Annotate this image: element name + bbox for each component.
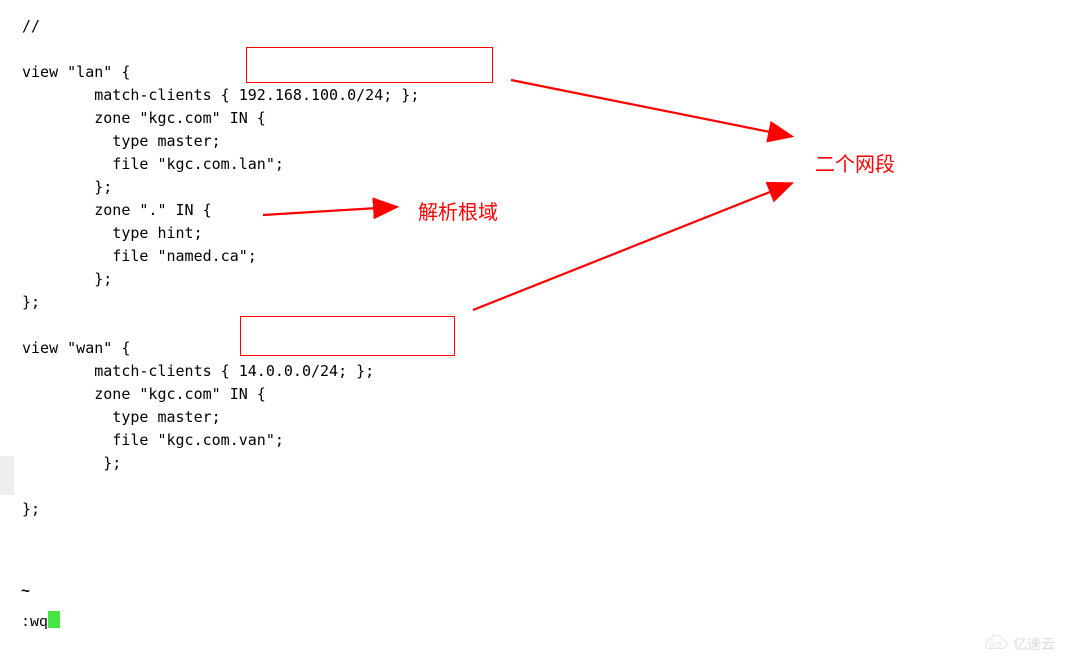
cursor-block: [48, 611, 60, 628]
code-line: };: [22, 178, 112, 196]
code-line: };: [22, 270, 112, 288]
code-line: file "kgc.com.lan";: [22, 155, 284, 173]
code-line: zone "kgc.com" IN {: [22, 109, 266, 127]
code-line: zone "kgc.com" IN {: [22, 385, 266, 403]
code-line: file "named.ca";: [22, 247, 257, 265]
code-line: };: [22, 500, 40, 518]
annotation-parse-root: 解析根域: [418, 196, 498, 225]
code-line: zone "." IN {: [22, 201, 212, 219]
code-line: match-clients { 192.168.100.0/24; };: [22, 86, 419, 104]
annotation-two-subnets: 二个网段: [815, 148, 895, 177]
watermark-text: 亿速云: [1013, 634, 1055, 654]
code-editor: // view "lan" { match-clients { 192.168.…: [22, 15, 1052, 521]
gutter-highlight: [0, 456, 14, 495]
code-line: type master;: [22, 408, 221, 426]
code-line: view "lan" {: [22, 63, 130, 81]
highlight-box-wan-subnet: [240, 316, 455, 356]
vim-command-text: :wq: [21, 614, 48, 631]
code-line: type master;: [22, 132, 221, 150]
watermark: 亿速云: [980, 634, 1055, 654]
vim-tilde: ~: [21, 584, 30, 601]
code-line: type hint;: [22, 224, 203, 242]
code-line: };: [22, 293, 40, 311]
code-line: };: [22, 454, 121, 472]
code-line: view "wan" {: [22, 339, 130, 357]
code-line: match-clients { 14.0.0.0/24; };: [22, 362, 374, 380]
code-line: file "kgc.com.van";: [22, 431, 284, 449]
vim-command-line[interactable]: :wq: [21, 611, 60, 631]
code-line: //: [22, 17, 40, 35]
highlight-box-lan-subnet: [246, 47, 493, 83]
cloud-icon: [980, 634, 1010, 654]
